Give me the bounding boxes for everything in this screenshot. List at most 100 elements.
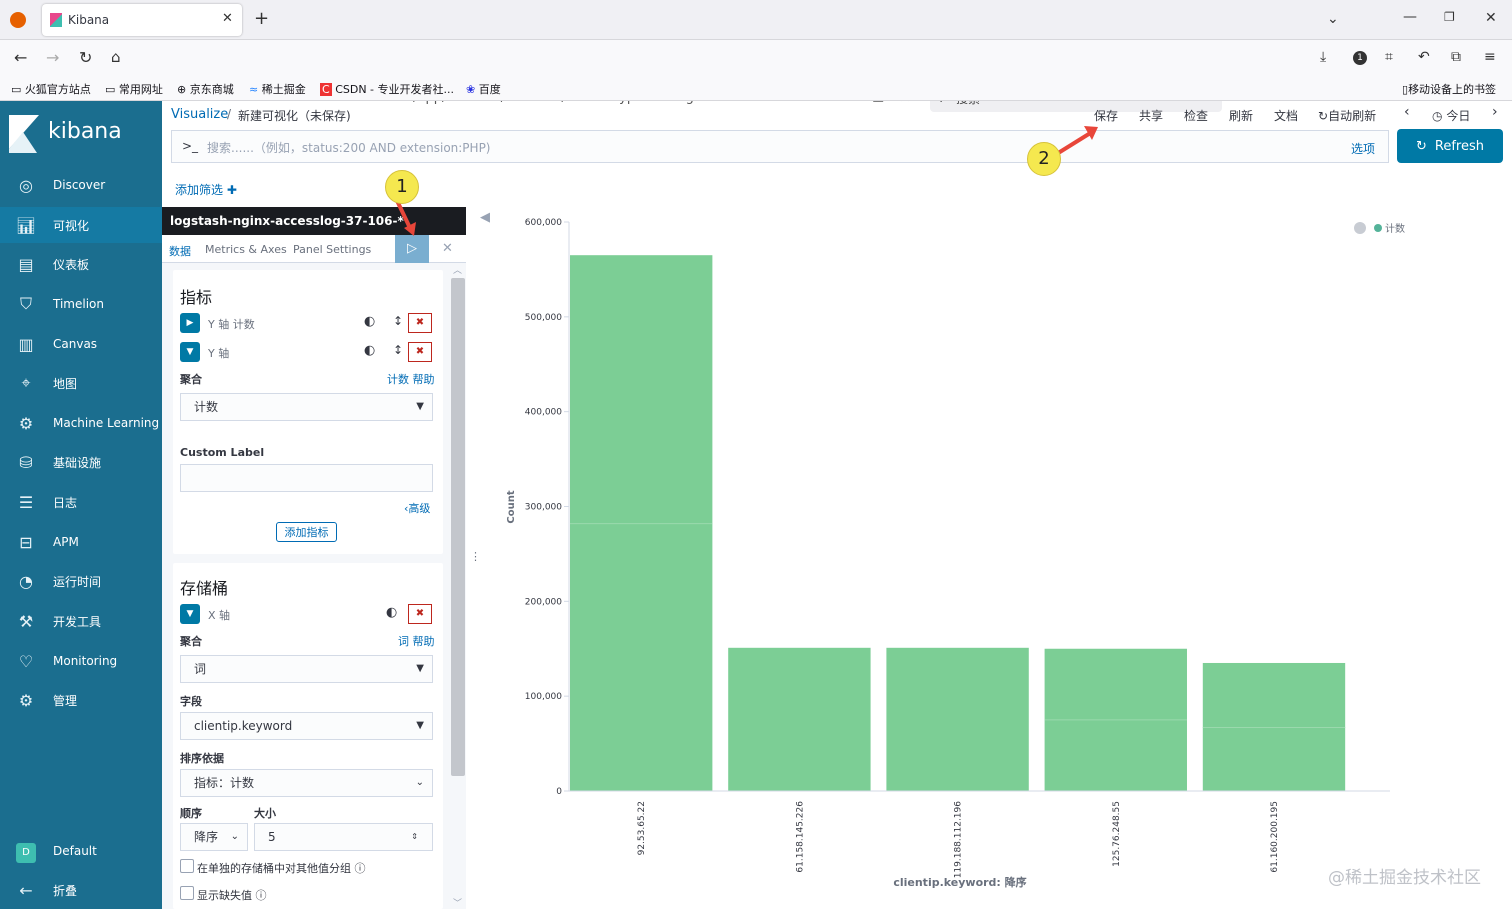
nav-timelion[interactable]: ⛉ Timelion xyxy=(0,286,162,322)
new-tab-icon[interactable]: + xyxy=(254,10,269,28)
time-picker[interactable]: ◷ 今日 xyxy=(1432,107,1470,124)
advanced-toggle[interactable]: ‹高级 xyxy=(404,500,430,516)
nav-machine-learning[interactable]: ⚙ Machine Learning xyxy=(0,405,162,441)
breadcrumb-root[interactable]: Visualize xyxy=(171,107,228,122)
order-select[interactable]: 降序 ⌄ xyxy=(180,823,248,851)
missing-checkbox[interactable] xyxy=(180,886,194,900)
nav-logs[interactable]: ☰ 日志 xyxy=(0,484,162,520)
legend-label[interactable]: 计数 xyxy=(1385,222,1405,235)
discard-changes-icon[interactable]: ✕ xyxy=(442,241,453,256)
home-icon[interactable]: ⌂ xyxy=(111,50,121,65)
other-bucket-checkbox[interactable] xyxy=(180,859,194,873)
bookmark-item[interactable]: ▭ 火狐官方站点 xyxy=(11,81,91,97)
share-button[interactable]: 共享 xyxy=(1139,107,1163,124)
remove-bucket-button[interactable]: ✖ xyxy=(408,604,432,624)
editor-scrollbar[interactable] xyxy=(451,278,465,776)
aggregation-help-link[interactable]: 计数 帮助 xyxy=(387,371,435,387)
space-selector[interactable]: D Default xyxy=(0,833,162,869)
toggle-icon[interactable]: ◐ xyxy=(364,314,375,329)
auto-refresh-button[interactable]: ↻自动刷新 xyxy=(1318,107,1376,124)
kibana-logo-icon[interactable] xyxy=(9,115,39,153)
extensions-icon[interactable]: ⧉ xyxy=(1451,50,1461,64)
legend[interactable]: 计数 xyxy=(1354,222,1405,235)
bucket-aggregation-select[interactable]: 词 ▼ xyxy=(180,655,433,683)
bookmark-item[interactable]: ❀ 百度 xyxy=(466,81,501,97)
bookmark-item[interactable]: ⊕ 京东商城 xyxy=(177,81,234,97)
help-icon: ⓘ xyxy=(354,862,366,875)
drag-handle-icon[interactable]: ↕ xyxy=(393,343,403,357)
nav-visualize[interactable]: 📊︎ 可视化 xyxy=(0,207,162,243)
query-options-link[interactable]: 选项 xyxy=(1351,140,1375,157)
drag-handle-icon[interactable]: ↕ xyxy=(393,314,403,328)
refresh-button[interactable]: ↻ Refresh xyxy=(1397,129,1503,163)
bookmark-item[interactable]: C CSDN - 专业开发者社... xyxy=(320,81,454,97)
menu-icon[interactable]: ≡ xyxy=(1484,50,1496,64)
nav-maps[interactable]: ⌖ 地图 xyxy=(0,365,162,401)
aggregation-help-link[interactable]: 词 帮助 xyxy=(398,633,435,649)
notification-badge-icon[interactable]: 1 xyxy=(1353,51,1367,65)
add-metric-button[interactable]: 添加指标 xyxy=(276,522,337,542)
remove-metric-button[interactable]: ✖ xyxy=(408,313,432,333)
time-next-icon[interactable]: › xyxy=(1492,104,1498,120)
crop-icon[interactable]: ⌗ xyxy=(1385,50,1393,64)
browser-tab[interactable]: Kibana ✕ xyxy=(42,4,242,36)
expand-metric-button[interactable]: ▶ xyxy=(180,313,200,333)
restore-icon[interactable]: ❐ xyxy=(1444,11,1455,23)
firefox-icon[interactable] xyxy=(10,12,26,28)
window-close-icon[interactable]: ✕ xyxy=(1485,11,1497,25)
nav-uptime[interactable]: ◔ 运行时间 xyxy=(0,563,162,599)
nav-discover[interactable]: ◎ Discover xyxy=(0,167,162,203)
nav-dashboard[interactable]: ▤ 仪表板 xyxy=(0,246,162,282)
collapse-button[interactable]: ← 折叠 xyxy=(0,872,162,908)
other-bucket-label: 在单独的存储桶中对其他值分组 ⓘ xyxy=(197,862,366,875)
close-tab-icon[interactable]: ✕ xyxy=(222,12,233,25)
nav-label: Machine Learning xyxy=(53,416,160,430)
query-bar[interactable]: >_ 搜索......（例如，status:200 AND extension:… xyxy=(171,130,1389,163)
download-icon[interactable]: ⤓ xyxy=(1320,50,1326,64)
chevron-down-icon[interactable]: ⌄ xyxy=(1327,12,1339,26)
bookmark-item[interactable]: ≈ 稀土掘金 xyxy=(249,81,306,97)
legend-toggle-icon[interactable] xyxy=(1354,222,1366,234)
nav-label: 开发工具 xyxy=(53,614,102,629)
bar[interactable] xyxy=(728,647,871,791)
field-select[interactable]: clientip.keyword ▼ xyxy=(180,712,433,740)
remove-metric-button[interactable]: ✖ xyxy=(408,342,432,362)
bar[interactable] xyxy=(886,647,1029,791)
resize-handle-icon[interactable]: ⋮ xyxy=(470,550,481,563)
tab-panel-settings[interactable]: Panel Settings xyxy=(293,243,371,256)
order-by-select[interactable]: 指标：计数 ⌄ xyxy=(180,769,433,797)
collapse-bucket-button[interactable]: ▼ xyxy=(180,604,200,624)
time-prev-icon[interactable]: ‹ xyxy=(1404,104,1410,120)
forward-icon[interactable]: → xyxy=(46,50,59,66)
bookmark-item[interactable]: ▭ 常用网址 xyxy=(105,81,163,97)
inspect-button[interactable]: 检查 xyxy=(1184,107,1208,124)
nav-devtools[interactable]: ⚒ 开发工具 xyxy=(0,603,162,639)
tab-metrics-axes[interactable]: Metrics & Axes xyxy=(205,243,287,256)
browser-tab-bar: Kibana ✕ + ⌄ — ❐ ✕ xyxy=(0,0,1512,40)
size-input[interactable]: 5 ⇕ xyxy=(254,823,433,851)
nav-canvas[interactable]: ▥ Canvas xyxy=(0,326,162,362)
nav-management[interactable]: ⚙ 管理 xyxy=(0,682,162,718)
collapse-metric-button[interactable]: ▼ xyxy=(180,342,200,362)
custom-label-input[interactable] xyxy=(180,464,433,492)
nav-apm[interactable]: ⊟ APM xyxy=(0,524,162,560)
mobile-bookmarks[interactable]: ▯移动设备上的书签 xyxy=(1402,81,1496,97)
x-tick-label: 125.76.248.55 xyxy=(1112,801,1122,867)
toggle-icon[interactable]: ◐ xyxy=(364,343,375,358)
toggle-icon[interactable]: ◐ xyxy=(386,605,397,620)
reload-icon[interactable]: ↻ xyxy=(79,50,92,66)
back-icon[interactable]: ← xyxy=(14,50,27,66)
brand-name[interactable]: kibana xyxy=(48,119,122,144)
add-filter-link[interactable]: 添加筛选 ✚ xyxy=(175,181,237,198)
query-input[interactable]: 搜索......（例如，status:200 AND extension:PHP… xyxy=(207,139,490,156)
metric-aggregation-select[interactable]: 计数 ▼ xyxy=(180,393,433,421)
refresh-menu-button[interactable]: 刷新 xyxy=(1229,107,1253,124)
scroll-up-icon[interactable]: ︿ xyxy=(453,263,462,276)
scroll-down-icon[interactable]: ﹀ xyxy=(453,896,462,909)
docs-button[interactable]: 文档 xyxy=(1274,107,1298,124)
nav-monitoring[interactable]: ♡ Monitoring xyxy=(0,643,162,679)
minimize-icon[interactable]: — xyxy=(1403,10,1417,24)
collapse-editor-icon[interactable]: ◀ xyxy=(480,210,490,225)
nav-infrastructure[interactable]: ⛁ 基础设施 xyxy=(0,444,162,480)
undo-icon[interactable]: ↶ xyxy=(1418,50,1430,64)
